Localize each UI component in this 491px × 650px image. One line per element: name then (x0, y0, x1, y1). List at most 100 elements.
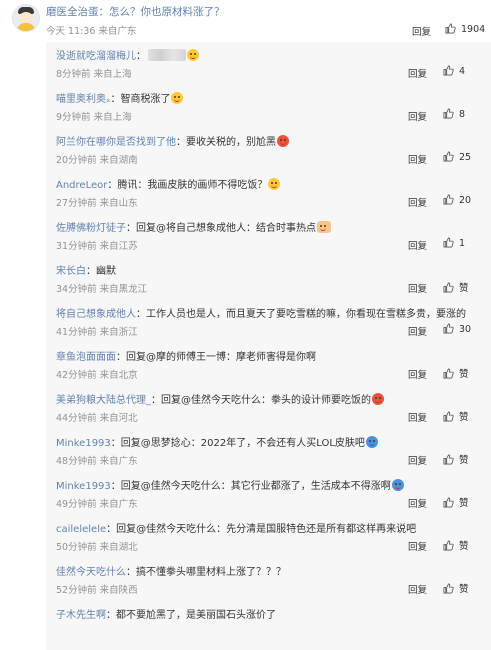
reply-button[interactable]: 回复 (408, 539, 427, 553)
like-count: 赞 (459, 541, 469, 552)
reply-button[interactable]: 回复 (408, 582, 427, 596)
reply-button[interactable]: 回复 (408, 238, 427, 252)
reply-nickname[interactable]: 佐膊佛粉灯徒子 (56, 223, 126, 234)
like-button[interactable]: 8 (443, 108, 465, 120)
like-button[interactable]: 20 (443, 194, 471, 206)
reply-text: ：回复@佳然今天吃什么：拳头的设计师要吃饭的 (151, 395, 371, 406)
reply-meta: 27分钟前 来自山东 (56, 195, 138, 209)
reply-nickname[interactable]: 喵里奥利奥ₓ (56, 94, 110, 105)
reply-item: 将自己想象成他人：工作人员也是人，而且夏天了要吃雪糕的嘛，你看现在雪糕多贵，要涨… (46, 300, 491, 344)
like-button[interactable]: 赞 (443, 409, 469, 423)
like-button[interactable]: 赞 (443, 495, 469, 509)
reply-location: 来自湖南 (99, 155, 138, 166)
like-button[interactable]: 赞 (443, 581, 469, 595)
reply-button[interactable]: 回复 (408, 453, 427, 467)
reply-item: 佳然今天吃什么：搞不懂拳头哪里材料上涨了？？？ 52分钟前 来自陕西 回复 赞 (46, 558, 491, 602)
reply-nickname[interactable]: 没逝就吃溜溜梅儿 (56, 51, 136, 62)
reply-button[interactable]: 回复 (412, 24, 431, 38)
reply-nickname[interactable]: 章鱼泡面面面 (56, 352, 116, 363)
like-button[interactable]: 25 (443, 151, 471, 163)
reply-time: 31分钟前 (56, 241, 97, 252)
like-count: 赞 (459, 283, 469, 294)
reply-nickname[interactable]: 美弟狗粮大陆总代理_ (56, 395, 151, 406)
reply-location: 来自河北 (99, 413, 138, 424)
thumbs-up-icon (443, 497, 454, 508)
reply-button[interactable]: 回复 (408, 109, 427, 123)
reply-time: 48分钟前 (56, 456, 97, 467)
avatar[interactable] (12, 4, 40, 32)
reply-nickname[interactable]: 阿兰你在哪你是否找到了他 (56, 137, 176, 148)
emoji-icon (372, 393, 384, 405)
reply-nickname[interactable]: 宋长白 (56, 266, 86, 277)
reply-nickname[interactable]: cailelelele (56, 524, 106, 535)
reply-item: Minke1993：回复@思梦捻心：2022年了，不会还有人买LOL皮肤吧 48分… (46, 429, 491, 473)
like-button[interactable]: 30 (443, 323, 471, 335)
like-button[interactable]: 赞 (443, 452, 469, 466)
reply-meta: 48分钟前 来自广东 (56, 453, 138, 467)
reply-text: ：回复@佳然今天吃什么：其它行业都涨了，生活成本不得涨啊 (110, 481, 391, 492)
reply-location: 来自浙江 (99, 327, 138, 338)
reply-button[interactable]: 回复 (408, 324, 427, 338)
reply-text: ：回复@摩的师傅王一博：摩老师害得是你啊 (116, 352, 316, 363)
like-count: 赞 (459, 455, 469, 466)
reply-meta: 31分钟前 来自江苏 (56, 238, 138, 252)
emoji-icon (317, 221, 331, 233)
reply-button[interactable]: 回复 (408, 496, 427, 510)
reply-item: cailelelele：回复@佳然今天吃什么：先分清是国服特色还是所有都这样再来… (46, 515, 491, 559)
reply-meta: 49分钟前 来自广东 (56, 496, 138, 510)
reply-content: cailelelele：回复@佳然今天吃什么：先分清是国服特色还是所有都这样再来… (56, 520, 486, 535)
like-button[interactable]: 赞 (443, 366, 469, 380)
reply-button[interactable]: 回复 (408, 195, 427, 209)
reply-list: 没逝就吃溜溜梅儿： 8分钟前 来自上海 回复 4 喵里奥利奥ₓ：智商税涨了 9分钟前 来自… (46, 42, 491, 650)
reply-text: ：回复@佳然今天吃什么：先分清是国服特色还是所有都这样再来说吧 (106, 524, 417, 535)
like-button[interactable]: 1 (443, 237, 465, 249)
reply-button[interactable]: 回复 (408, 152, 427, 166)
reply-text: ：回复@思梦捻心：2022年了，不会还有人买LOL皮肤吧 (110, 438, 365, 449)
reply-meta: 34分钟前 来自黑龙江 (56, 281, 147, 295)
thumbs-up-icon (445, 23, 456, 34)
thumbs-up-icon (443, 194, 454, 205)
reply-nickname[interactable]: 子木先生啊 (56, 610, 106, 621)
like-button[interactable]: 赞 (443, 280, 469, 294)
blurred-image (148, 49, 186, 61)
reply-location: 来自上海 (93, 69, 132, 80)
like-button[interactable]: 赞 (443, 538, 469, 552)
reply-nickname[interactable]: 佳然今天吃什么 (56, 567, 126, 578)
top-comment-text[interactable]: 磨医全治蛋：怎么？你也原材料涨了？ (46, 6, 225, 18)
reply-item: Minke1993：回复@佳然今天吃什么：其它行业都涨了，生活成本不得涨啊 49分… (46, 472, 491, 516)
reply-location: 来自陕西 (99, 585, 138, 596)
like-count: 赞 (459, 412, 469, 423)
reply-time: 42分钟前 (56, 370, 97, 381)
emoji-icon (171, 92, 184, 104)
reply-content: 宋长白：幽默 (56, 262, 486, 277)
reply-location: 来自江苏 (99, 241, 138, 252)
reply-button[interactable]: 回复 (408, 367, 427, 381)
reply-meta: 9分钟前 来自上海 (56, 109, 132, 123)
reply-meta: 42分钟前 来自北京 (56, 367, 138, 381)
reply-time: 44分钟前 (56, 413, 97, 424)
reply-meta: 8分钟前 来自上海 (56, 66, 132, 80)
reply-time: 8分钟前 (56, 69, 91, 80)
reply-content: Minke1993：回复@思梦捻心：2022年了，不会还有人买LOL皮肤吧 (56, 434, 486, 449)
reply-nickname[interactable]: 将自己想象成他人 (56, 309, 136, 320)
reply-meta: 44分钟前 来自河北 (56, 410, 138, 424)
reply-button[interactable]: 回复 (408, 66, 427, 80)
top-comment-meta: 今天 11:36 来自广东 (46, 26, 137, 37)
reply-item: 子木先生啊：都不要尬黑了，是美丽国石头涨价了 (46, 601, 491, 645)
reply-nickname[interactable]: AndreLeor (56, 180, 107, 191)
reply-button[interactable]: 回复 (408, 410, 427, 424)
reply-nickname[interactable]: Minke1993 (56, 438, 111, 449)
reply-time: 41分钟前 (56, 327, 97, 338)
thumbs-up-icon (443, 282, 454, 293)
reply-item: 没逝就吃溜溜梅儿： 8分钟前 来自上海 回复 4 (46, 42, 491, 86)
reply-text: ：搞不懂拳头哪里材料上涨了？？？ (126, 567, 286, 578)
reply-time: 49分钟前 (56, 499, 97, 510)
like-button[interactable]: 1904 (445, 23, 485, 35)
reply-nickname[interactable]: Minke1993 (56, 481, 111, 492)
like-button[interactable]: 4 (443, 65, 465, 77)
reply-item: 喵里奥利奥ₓ：智商税涨了 9分钟前 来自上海 回复 8 (46, 85, 491, 129)
reply-content: Minke1993：回复@佳然今天吃什么：其它行业都涨了，生活成本不得涨啊 (56, 477, 486, 492)
reply-text: ：都不要尬黑了，是美丽国石头涨价了 (106, 610, 276, 621)
thumbs-up-icon (443, 583, 454, 594)
reply-button[interactable]: 回复 (408, 281, 427, 295)
